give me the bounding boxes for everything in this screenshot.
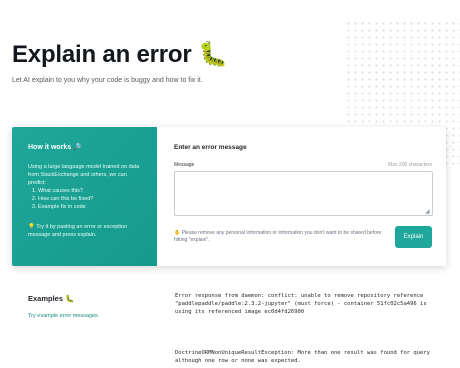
explain-button[interactable]: Explain [395, 226, 432, 248]
page-subtitle: Let AI explain to you why your code is b… [12, 77, 203, 84]
message-label: Message [174, 162, 195, 168]
step-item: Example fix in code [38, 203, 93, 211]
message-input[interactable] [174, 171, 433, 216]
try-examples-link[interactable]: Try example error messages. [28, 313, 99, 319]
how-it-works-steps: What causes this? How can this be fixed?… [28, 187, 93, 211]
how-it-works-panel: How it works 🔎 Using a large language mo… [12, 127, 157, 266]
max-characters-hint: Max 200 characters [388, 162, 432, 168]
page-title: Explain an error 🐛 [12, 41, 228, 68]
step-item: What causes this? [38, 187, 93, 195]
examples-title: Examples 🐛 [28, 294, 75, 303]
form-title: Enter an error message [174, 144, 247, 151]
how-it-works-intro: Using a large language model trained on … [28, 164, 140, 186]
example-error-message[interactable]: DoctrineORMNonUniqueResultException: Mor… [175, 350, 437, 366]
explain-card: How it works 🔎 Using a large language mo… [12, 127, 446, 266]
example-error-message[interactable]: Error response from daemon: conflict: un… [175, 293, 437, 316]
privacy-notice: ✋ Please remove any personal information… [174, 230, 382, 243]
how-it-works-title: How it works 🔎 [28, 144, 82, 151]
resize-handle-icon[interactable]: ◢ [425, 209, 430, 215]
how-it-works-tip: 💡 Try it by pasting an error or exceptio… [28, 224, 128, 238]
step-item: How can this be fixed? [38, 195, 93, 203]
